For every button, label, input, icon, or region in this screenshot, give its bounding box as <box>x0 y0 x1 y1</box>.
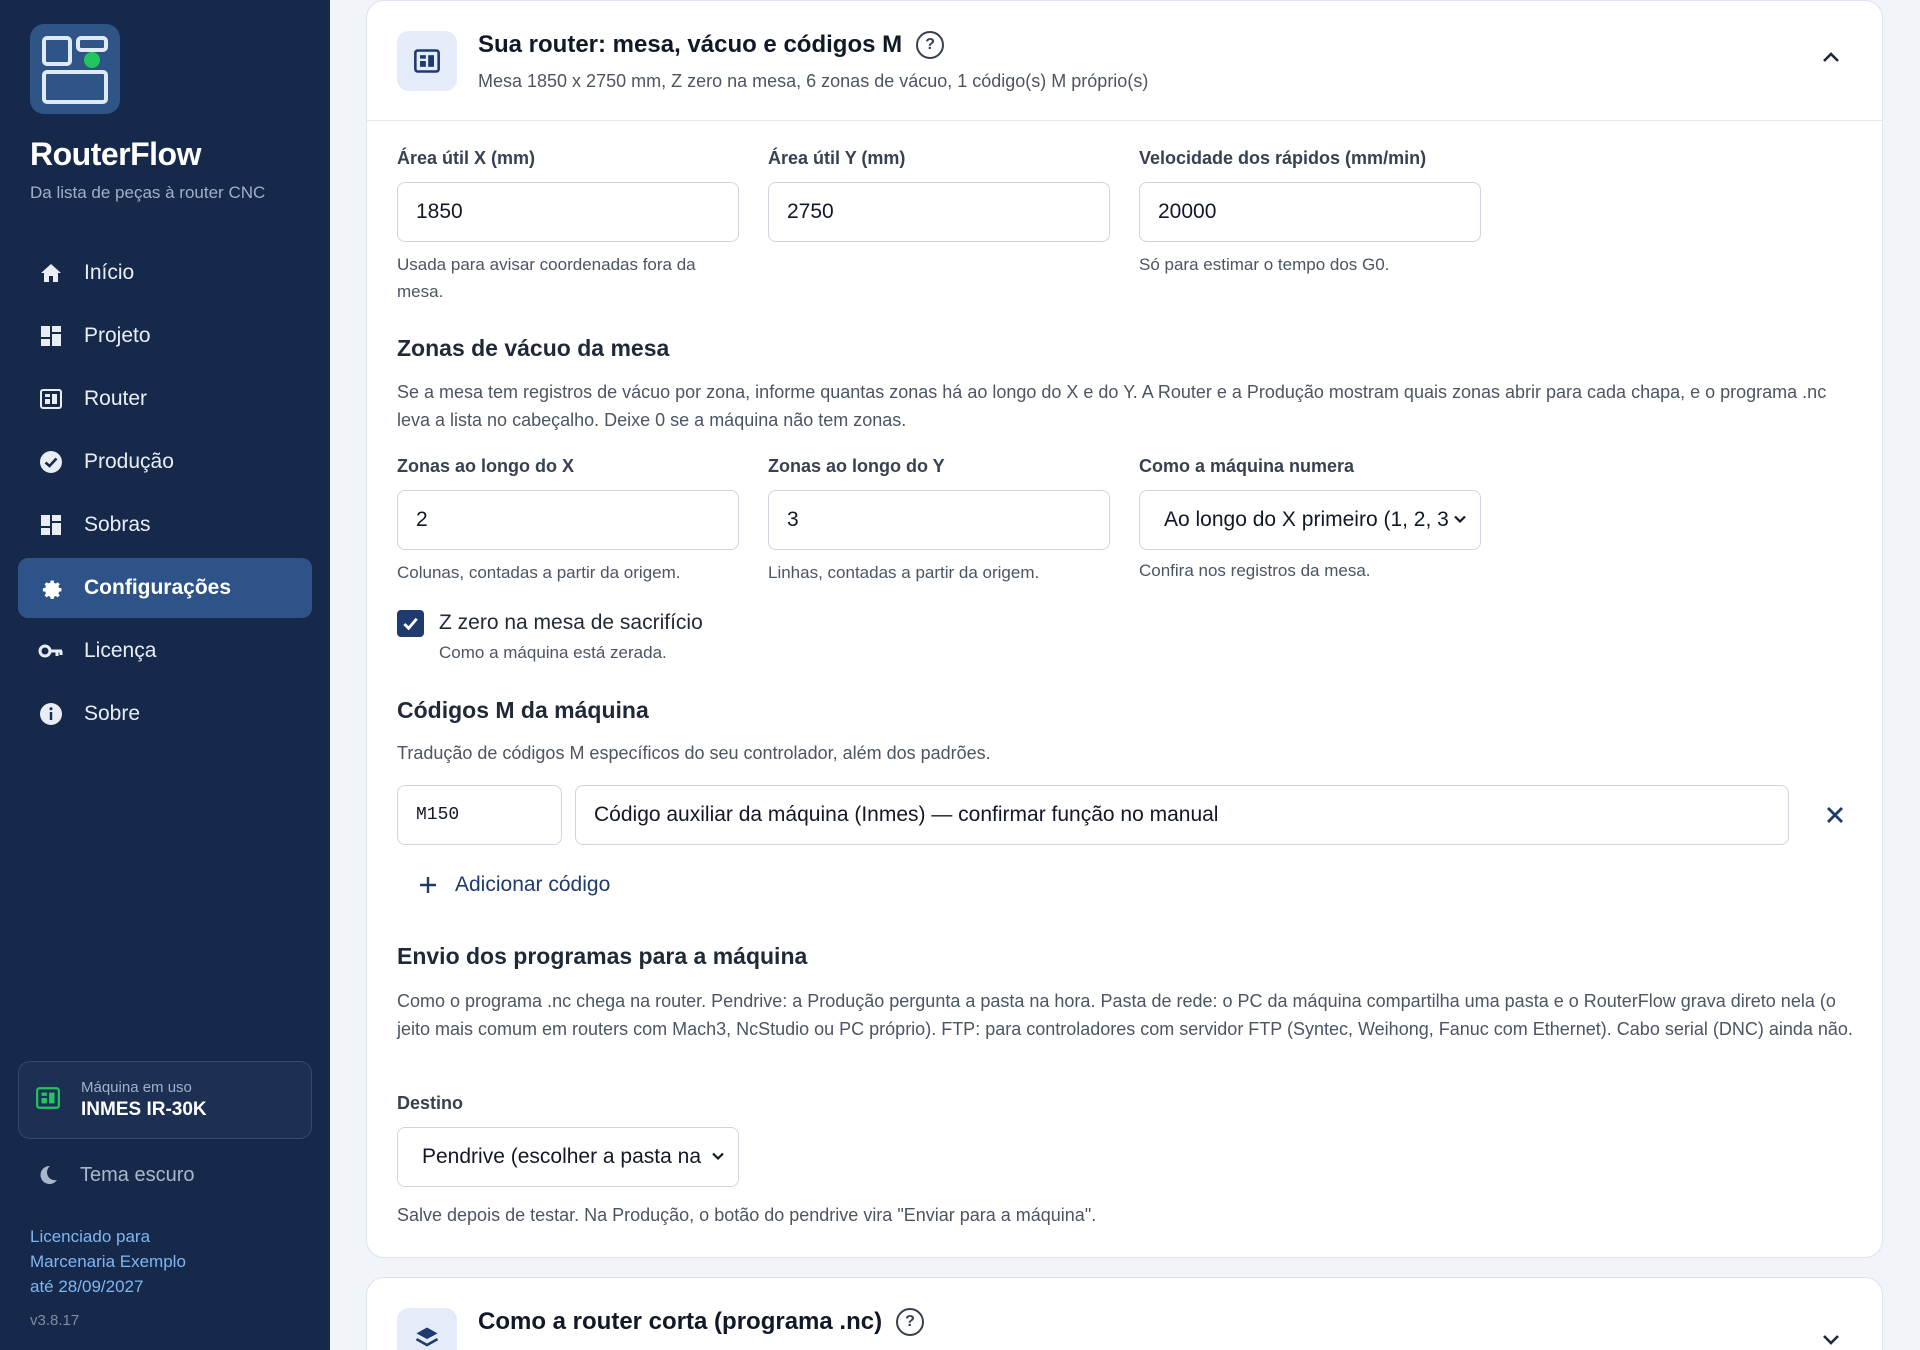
destination-label: Destino <box>397 1093 464 1113</box>
numbering-help: Confira nos registros da mesa. <box>1139 561 1371 580</box>
sidebar-item-sobre[interactable]: Sobre <box>18 684 312 744</box>
sidebar-item-projeto[interactable]: Projeto <box>18 306 312 366</box>
license-info: Licenciado para Marcenaria Exemplo até 2… <box>30 1224 186 1299</box>
close-icon[interactable] <box>1824 804 1846 831</box>
add-mcode-button[interactable]: Adicionar código <box>419 873 610 897</box>
z-zero-checkbox[interactable] <box>397 610 424 637</box>
layers-icon <box>397 1308 457 1350</box>
destination-select-value: Pendrive (escolher a pasta na <box>422 1145 701 1168</box>
chevron-down-icon <box>1450 509 1470 529</box>
sidebar-item-router[interactable]: Router <box>18 369 312 429</box>
machine-in-use-card[interactable]: Máquina em uso INMES IR-30K <box>18 1061 312 1139</box>
router-icon <box>397 31 457 91</box>
license-line-1: Licenciado para <box>30 1227 151 1246</box>
area-y-input[interactable]: 2750 <box>768 182 1110 242</box>
mcodes-section-title: Códigos M da máquina <box>397 697 649 723</box>
sidebar-item-label: Produção <box>84 450 174 473</box>
send-footer-note: Salve depois de testar. Na Produção, o b… <box>397 1205 1097 1225</box>
license-line-3: até 28/09/2027 <box>30 1277 144 1296</box>
z-zero-help: Como a máquina está zerada. <box>439 643 667 662</box>
plus-icon <box>419 876 437 894</box>
key-icon <box>38 638 64 664</box>
zones-x-label: Zonas ao longo do X <box>397 456 574 476</box>
sidebar-item-label: Projeto <box>84 324 151 347</box>
sidebar-nav: Início Projeto Router Produção Sobras Co… <box>18 243 312 747</box>
router-icon <box>38 386 64 412</box>
area-x-help: Usada para avisar coordenadas fora da me… <box>397 255 696 301</box>
app-logo <box>30 24 120 114</box>
machine-label: Máquina em uso <box>81 1079 192 1096</box>
zones-x-help: Colunas, contadas a partir da origem. <box>397 563 681 582</box>
rapid-speed-help: Só para estimar o tempo dos G0. <box>1139 255 1390 274</box>
sidebar-item-sobras[interactable]: Sobras <box>18 495 312 555</box>
logo-icon <box>42 36 108 104</box>
program-card-title: Como a router corta (programa .nc) ? <box>478 1308 925 1336</box>
chevron-down-icon <box>708 1146 728 1166</box>
destination-select[interactable]: Pendrive (escolher a pasta na <box>397 1127 739 1187</box>
numbering-select[interactable]: Ao longo do X primeiro (1, 2, 3 <box>1139 490 1481 550</box>
router-card-title: Sua router: mesa, vácuo e códigos M ? <box>478 31 945 59</box>
help-button[interactable]: ? <box>896 1308 925 1336</box>
zones-x-input[interactable]: 2 <box>397 490 739 550</box>
zones-y-input[interactable]: 3 <box>768 490 1110 550</box>
sidebar-item-configuracoes[interactable]: Configurações <box>18 558 312 618</box>
moon-icon <box>36 1163 60 1187</box>
send-section-title: Envio dos programas para a máquina <box>397 943 808 969</box>
license-line-2: Marcenaria Exemplo <box>30 1252 186 1271</box>
machine-icon <box>35 1085 61 1116</box>
mcodes-description: Tradução de códigos M específicos do seu… <box>397 743 991 763</box>
grid-icon <box>38 512 64 538</box>
app-tagline: Da lista de peças à router CNC <box>30 183 266 202</box>
send-description: Como o programa .nc chega na router. Pen… <box>397 991 1853 1039</box>
sidebar-item-label: Configurações <box>84 576 232 599</box>
sidebar-item-producao[interactable]: Produção <box>18 432 312 492</box>
sidebar-item-label: Sobre <box>84 702 141 725</box>
rapid-speed-label: Velocidade dos rápidos (mm/min) <box>1139 148 1427 168</box>
area-x-input[interactable]: 1850 <box>397 182 739 242</box>
zones-y-help: Linhas, contadas a partir da origem. <box>768 563 1040 582</box>
mcode-description-input[interactable]: Código auxiliar da máquina (Inmes) — con… <box>575 785 1789 845</box>
chevron-up-icon[interactable] <box>1820 47 1842 74</box>
sidebar-item-label: Licença <box>84 639 157 662</box>
info-icon <box>38 701 64 727</box>
program-settings-card[interactable]: Como a router corta (programa .nc) ? <box>366 1277 1883 1350</box>
machine-name: INMES IR-30K <box>81 1099 207 1120</box>
add-mcode-label: Adicionar código <box>455 873 611 896</box>
sidebar-item-label: Sobras <box>84 513 151 536</box>
app-version: v3.8.17 <box>30 1312 80 1329</box>
numbering-label: Como a máquina numera <box>1139 456 1355 476</box>
router-settings-card: Sua router: mesa, vácuo e códigos M ? Me… <box>366 0 1883 1258</box>
check-circle-icon <box>38 449 64 475</box>
mcode-code-input[interactable]: M150 <box>397 785 562 845</box>
sidebar-item-label: Início <box>84 261 135 284</box>
sidebar-item-inicio[interactable]: Início <box>18 243 312 303</box>
sidebar: RouterFlow Da lista de peças à router CN… <box>0 0 330 1350</box>
rapid-speed-input[interactable]: 20000 <box>1139 182 1481 242</box>
router-card-title-text: Sua router: mesa, vácuo e códigos M <box>478 31 903 58</box>
router-card-header[interactable]: Sua router: mesa, vácuo e códigos M ? Me… <box>367 1 1882 121</box>
zones-y-label: Zonas ao longo do Y <box>768 456 945 476</box>
area-y-label: Área útil Y (mm) <box>768 148 906 168</box>
vacuum-section-title: Zonas de vácuo da mesa <box>397 335 670 361</box>
chevron-down-icon[interactable] <box>1820 1328 1842 1350</box>
sidebar-item-licenca[interactable]: Licença <box>18 621 312 681</box>
router-card-summary: Mesa 1850 x 2750 mm, Z zero na mesa, 6 z… <box>478 71 1149 91</box>
sidebar-item-label: Router <box>84 387 148 410</box>
dashboard-icon <box>38 323 64 349</box>
z-zero-label[interactable]: Z zero na mesa de sacrifício <box>439 611 703 635</box>
theme-toggle-label: Tema escuro <box>80 1163 195 1186</box>
vacuum-description: Se a mesa tem registros de vácuo por zon… <box>397 382 1827 430</box>
checkmark-icon <box>403 617 418 631</box>
gear-icon <box>38 575 64 601</box>
area-x-label: Área útil X (mm) <box>397 148 536 168</box>
help-button[interactable]: ? <box>916 31 945 59</box>
app-name: RouterFlow <box>30 136 201 172</box>
numbering-select-value: Ao longo do X primeiro (1, 2, 3 <box>1164 508 1449 531</box>
program-card-title-text: Como a router corta (programa .nc) <box>478 1308 883 1335</box>
theme-toggle[interactable]: Tema escuro <box>36 1163 195 1187</box>
home-icon <box>38 260 64 286</box>
